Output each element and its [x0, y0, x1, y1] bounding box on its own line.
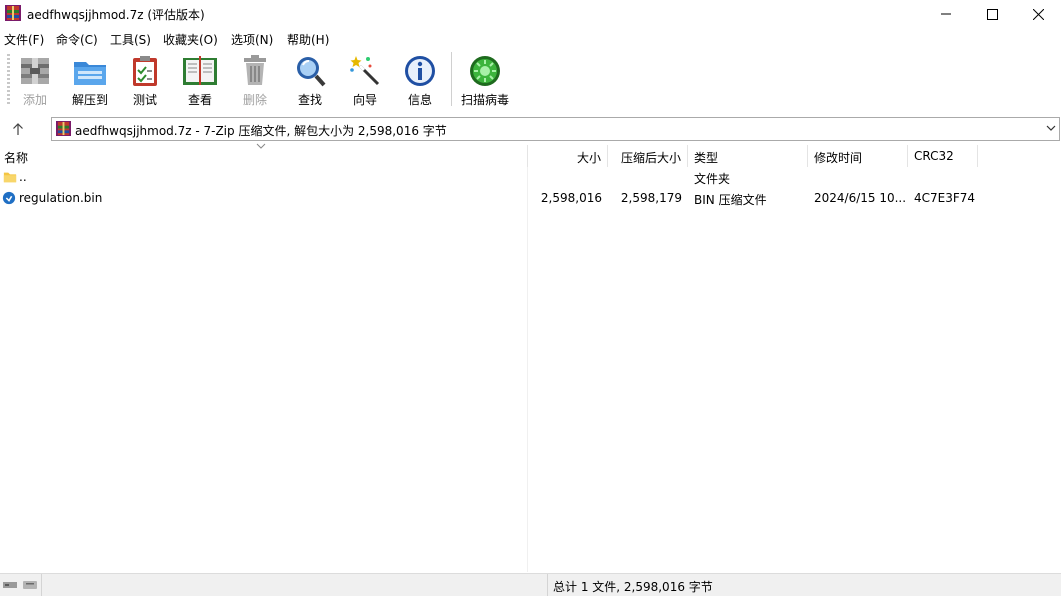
status-left: [42, 574, 548, 596]
row-modified: 2024/6/15 10...: [814, 191, 907, 205]
test-clipboard-icon: [133, 56, 157, 86]
info-icon: [405, 56, 435, 86]
column-crc[interactable]: CRC32: [908, 145, 978, 167]
menu-options[interactable]: 选项(N): [231, 31, 273, 48]
extract-folder-icon: [74, 62, 106, 85]
column-modified[interactable]: 修改时间: [808, 145, 908, 167]
view-book-icon: [183, 56, 217, 85]
menu-tools[interactable]: 工具(S): [110, 31, 151, 48]
status-summary: 总计 1 文件, 2,598,016 字节: [553, 580, 713, 594]
find-button[interactable]: 查找: [283, 52, 337, 110]
column-packed-label: 压缩后大小: [620, 151, 681, 165]
column-header: 名称 大小 压缩后大小 类型 修改时间 CRC32: [0, 143, 1061, 167]
menu-bar: 文件(F) 命令(C) 工具(S) 收藏夹(O) 选项(N) 帮助(H): [0, 28, 1061, 48]
info-label: 信息: [407, 93, 432, 107]
sort-chevron-icon: [256, 143, 266, 149]
arrow-up-icon: [13, 123, 23, 135]
row-packed: 2,598,179: [620, 191, 682, 205]
menu-help[interactable]: 帮助(H): [287, 31, 329, 48]
column-type-label: 类型: [694, 151, 719, 165]
menu-command[interactable]: 命令(C): [56, 31, 98, 48]
up-folder-button[interactable]: [6, 118, 30, 140]
list-item[interactable]: .. 文件夹: [0, 167, 1061, 188]
address-bar[interactable]: aedfhwqsjjhmod.7z - 7-Zip 压缩文件, 解包大小为 2,…: [51, 117, 1060, 141]
row-name: ..: [19, 170, 27, 184]
winrar-app-icon: [5, 5, 21, 21]
file-list: .. 文件夹 regulation.bin 2,598,016 2,598,17…: [0, 167, 1061, 572]
maximize-button[interactable]: [969, 0, 1015, 28]
address-text: aedfhwqsjjhmod.7z - 7-Zip 压缩文件, 解包大小为 2,…: [75, 124, 447, 138]
row-crc: 4C7E3F74: [914, 191, 976, 205]
test-button[interactable]: 测试: [118, 52, 172, 110]
address-row: aedfhwqsjjhmod.7z - 7-Zip 压缩文件, 解包大小为 2,…: [0, 114, 1061, 144]
delete-button[interactable]: 删除: [228, 52, 282, 110]
trash-icon: [244, 55, 266, 85]
wizard-wand-icon: [350, 56, 380, 86]
folder-icon: [3, 170, 17, 187]
info-button[interactable]: 信息: [393, 52, 447, 110]
virus-scan-label: 扫描病毒: [460, 93, 509, 107]
add-button[interactable]: 添加: [8, 52, 62, 110]
row-type: BIN 压缩文件: [694, 193, 767, 207]
wizard-button[interactable]: 向导: [338, 52, 392, 110]
column-packed[interactable]: 压缩后大小: [608, 145, 688, 167]
test-label: 测试: [132, 93, 157, 107]
bin-file-icon: [2, 191, 16, 208]
row-type: 文件夹: [694, 172, 731, 186]
wizard-label: 向导: [352, 93, 377, 107]
title-bar: aedfhwqsjjhmod.7z (评估版本): [0, 0, 1061, 28]
pane-divider: [527, 167, 528, 572]
toolbar-separator: [451, 52, 452, 106]
window-title: aedfhwqsjjhmod.7z (评估版本): [27, 8, 205, 22]
virus-scan-icon: [470, 56, 500, 86]
view-button[interactable]: 查看: [173, 52, 227, 110]
close-button[interactable]: [1015, 0, 1061, 28]
chevron-down-icon[interactable]: [1046, 122, 1056, 136]
column-type[interactable]: 类型: [688, 145, 808, 167]
column-size-label: 大小: [576, 151, 601, 165]
column-crc-label: CRC32: [914, 149, 954, 163]
find-label: 查找: [297, 93, 322, 107]
virus-scan-button[interactable]: 扫描病毒: [457, 52, 513, 110]
extract-to-button[interactable]: 解压到: [63, 52, 117, 110]
column-name[interactable]: 名称: [0, 143, 528, 167]
magnifier-icon: [297, 57, 326, 87]
view-label: 查看: [187, 93, 212, 107]
add-button-label: 添加: [22, 93, 47, 107]
delete-label: 删除: [242, 93, 267, 107]
menu-favorites[interactable]: 收藏夹(O): [163, 31, 218, 48]
archive-icon: [56, 121, 71, 139]
column-modified-label: 修改时间: [814, 151, 863, 165]
column-size[interactable]: 大小: [528, 145, 608, 167]
drive-icon: [3, 581, 37, 589]
status-bar: 总计 1 文件, 2,598,016 字节: [0, 573, 1061, 596]
row-name: regulation.bin: [19, 191, 103, 205]
minimize-button[interactable]: [923, 0, 969, 28]
toolbar: 添加 解压到 测试 查看 删除 查找 向导 信息 扫描病毒: [0, 48, 1061, 112]
extract-to-label: 解压到: [71, 93, 108, 107]
status-icons: [0, 574, 42, 596]
menu-file[interactable]: 文件(F): [4, 31, 44, 48]
list-item[interactable]: regulation.bin 2,598,016 2,598,179 BIN 压…: [0, 188, 1061, 209]
row-size: 2,598,016: [540, 191, 602, 205]
column-name-label: 名称: [4, 151, 29, 165]
add-archive-icon: [21, 58, 49, 84]
